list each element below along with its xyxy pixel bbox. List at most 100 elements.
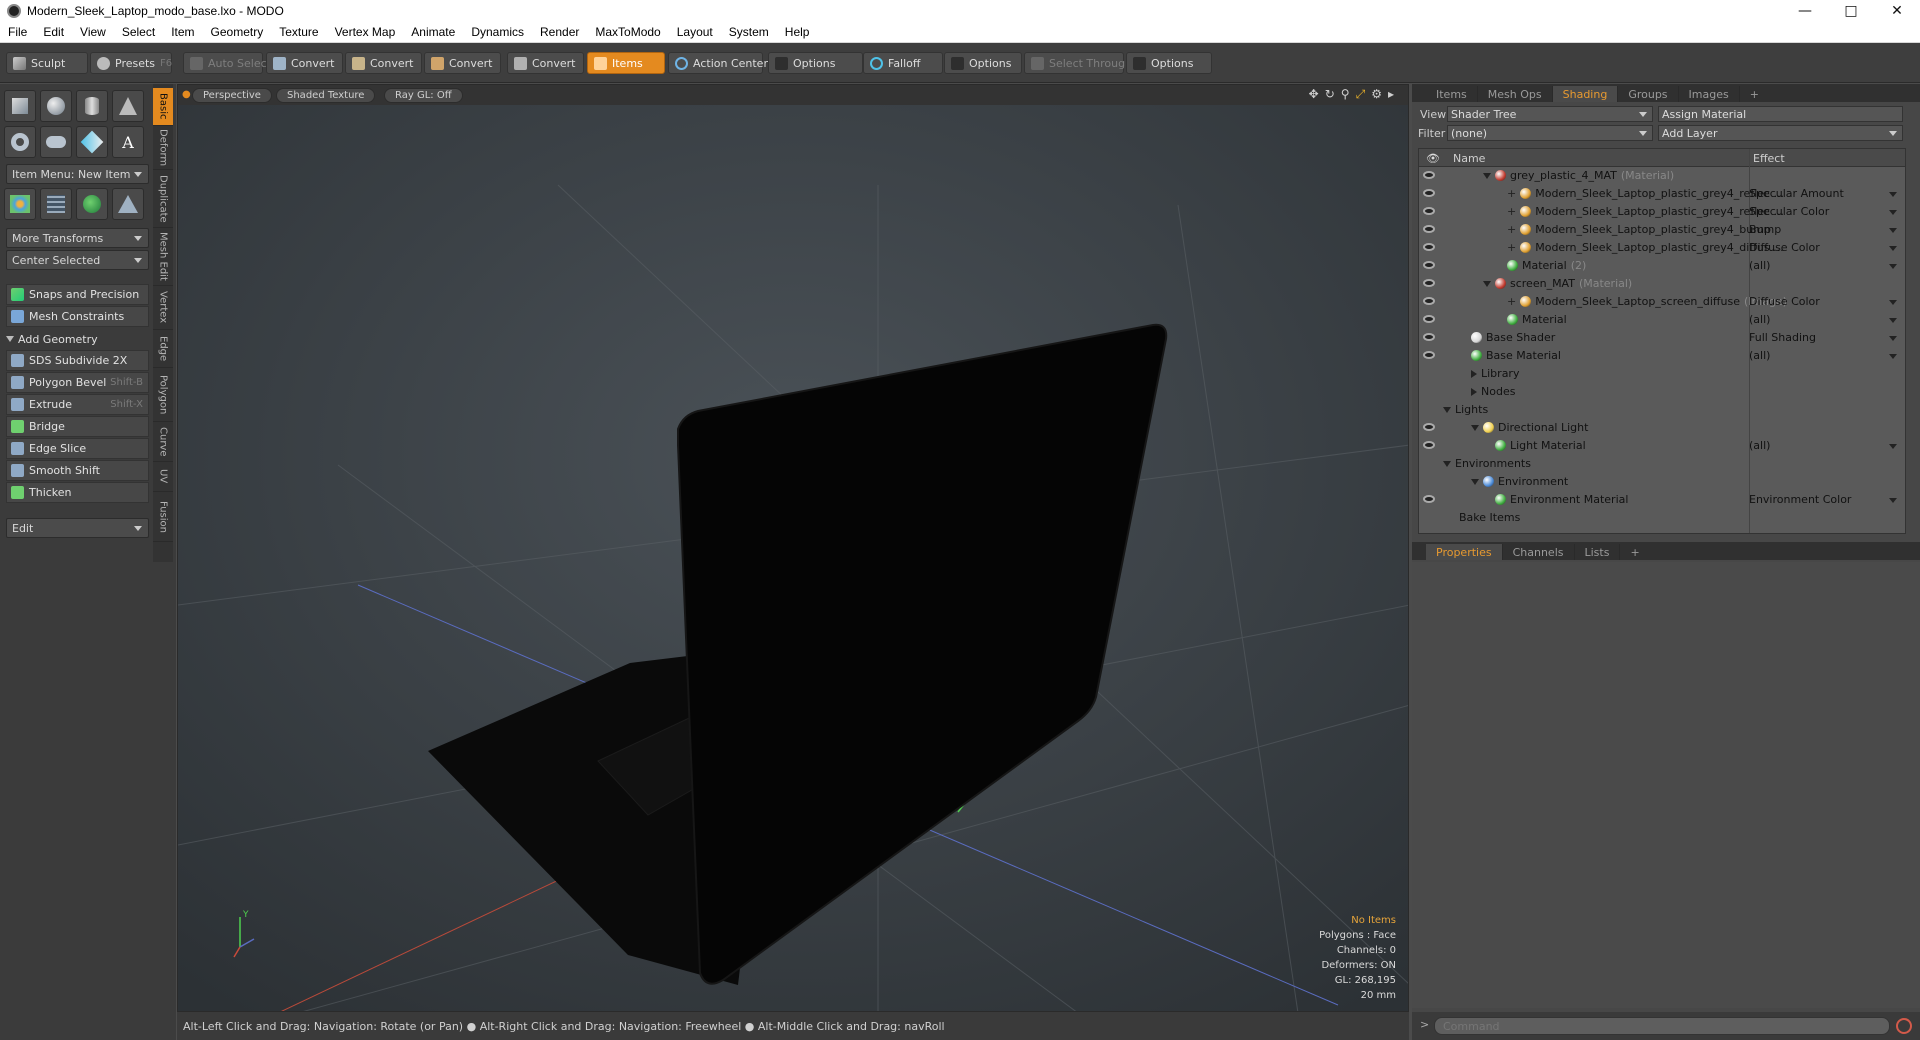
tab-uv[interactable]: UV [153, 462, 173, 492]
collapse-arrow-icon[interactable] [1483, 280, 1491, 287]
shader-tree-row[interactable]: Base Shader Full Shading [1419, 329, 1905, 347]
shader-tree-row[interactable]: Bake Items [1419, 509, 1905, 527]
zoom-view-icon[interactable]: ⚲ [1341, 87, 1350, 102]
visibility-eye-icon[interactable] [1423, 423, 1435, 431]
tab-basic[interactable]: Basic [153, 88, 173, 126]
menu-view[interactable]: View [72, 25, 114, 39]
tab-items[interactable]: Items [1426, 86, 1478, 102]
convert-edges-button[interactable]: Convert [345, 52, 422, 74]
menu-file[interactable]: File [0, 25, 35, 39]
row-effect[interactable]: Bump [1749, 223, 1781, 236]
effect-dropdown-arrow-icon[interactable] [1889, 498, 1897, 503]
visibility-eye-icon[interactable] [1423, 243, 1435, 251]
shader-tree-row[interactable]: + Modern_Sleek_Laptop_plastic_grey4_refle… [1419, 203, 1905, 221]
cylinder-icon[interactable] [76, 90, 108, 122]
edge-slice-button[interactable]: Edge Slice [6, 438, 149, 459]
expand-plus-icon[interactable]: + [1507, 241, 1516, 254]
convert-polygons-button[interactable]: Convert [424, 52, 501, 74]
add-geometry-header[interactable]: Add Geometry [6, 330, 149, 348]
collapse-arrow-icon[interactable] [1443, 406, 1451, 413]
sculpt-button[interactable]: Sculpt [6, 52, 88, 74]
visibility-eye-icon[interactable] [1423, 279, 1435, 287]
bridge-button[interactable]: Bridge [6, 416, 149, 437]
smooth-shift-button[interactable]: Smooth Shift [6, 460, 149, 481]
menu-select[interactable]: Select [114, 25, 163, 39]
shader-tree-row[interactable]: Nodes [1419, 383, 1905, 401]
select-through-button[interactable]: Select Through [1024, 52, 1132, 74]
items-mode-button[interactable]: Items [587, 52, 665, 74]
capsule-icon[interactable] [40, 126, 72, 158]
tab-deform[interactable]: Deform [153, 126, 173, 170]
extrude-button[interactable]: Extrude Shift-X [6, 394, 149, 415]
effect-dropdown-arrow-icon[interactable] [1889, 246, 1897, 251]
shader-tree-row[interactable]: + Modern_Sleek_Laptop_plastic_grey4_bump B… [1419, 221, 1905, 239]
shader-tree-row[interactable]: + Modern_Sleek_Laptop_plastic_grey4_diffu… [1419, 239, 1905, 257]
center-selected-dropdown[interactable]: Center Selected [6, 250, 149, 270]
tab-images[interactable]: Images [1679, 86, 1740, 102]
expand-arrow-icon[interactable]: ▸ [1388, 87, 1394, 102]
viewport-menu-icon[interactable]: ● [182, 89, 191, 100]
menu-vertex-map[interactable]: Vertex Map [327, 25, 404, 39]
rotate-view-icon[interactable]: ↻ [1325, 87, 1335, 102]
visibility-eye-icon[interactable] [1423, 333, 1435, 341]
collapse-arrow-icon[interactable] [1471, 478, 1479, 485]
add-layer-dropdown[interactable]: Add Layer [1658, 125, 1903, 141]
menu-maxtomodo[interactable]: MaxToModo [587, 25, 668, 39]
visibility-eye-icon[interactable] [1423, 297, 1435, 305]
presets-button[interactable]: Presets F6 [90, 52, 172, 74]
expand-arrow-icon[interactable] [1471, 369, 1477, 378]
visibility-eye-icon[interactable] [1423, 225, 1435, 233]
shader-tree-row[interactable]: Lights [1419, 401, 1905, 419]
record-icon[interactable] [1896, 1018, 1912, 1034]
shader-tree-row[interactable]: Environment [1419, 473, 1905, 491]
falloff-options-button[interactable]: Options [944, 52, 1022, 74]
view-dropdown[interactable]: Shader Tree [1447, 106, 1653, 122]
tab-curve[interactable]: Curve [153, 422, 173, 462]
expand-plus-icon[interactable]: + [1507, 223, 1516, 236]
expand-plus-icon[interactable]: + [1507, 187, 1516, 200]
menu-item[interactable]: Item [163, 25, 202, 39]
menu-texture[interactable]: Texture [271, 25, 326, 39]
shader-tree-row[interactable]: Directional Light [1419, 419, 1905, 437]
text-icon[interactable]: A [112, 126, 144, 158]
add-tab-button[interactable]: + [1620, 544, 1649, 560]
visibility-eye-icon[interactable] [1423, 171, 1435, 179]
shader-tree-row[interactable]: Library [1419, 365, 1905, 383]
tab-lists[interactable]: Lists [1575, 544, 1621, 560]
shader-tree-row[interactable]: grey_plastic_4_MAT (Material) [1419, 167, 1905, 185]
tab-groups[interactable]: Groups [1618, 86, 1679, 102]
collapse-arrow-icon[interactable] [1443, 460, 1451, 467]
effect-dropdown-arrow-icon[interactable] [1889, 192, 1897, 197]
perspective-button[interactable]: Perspective [192, 88, 272, 103]
tab-mesh-ops[interactable]: Mesh Ops [1478, 86, 1553, 102]
row-effect[interactable]: (all) [1749, 439, 1770, 452]
tab-shading[interactable]: Shading [1552, 86, 1619, 102]
row-effect[interactable]: Specular Color [1749, 205, 1829, 218]
select-through-options-button[interactable]: Options [1126, 52, 1212, 74]
edit-dropdown[interactable]: Edit [6, 518, 149, 538]
cone-icon[interactable] [112, 90, 144, 122]
assign-material-button[interactable]: Assign Material [1658, 106, 1903, 122]
menu-dynamics[interactable]: Dynamics [463, 25, 532, 39]
action-center-options-button[interactable]: Options [768, 52, 863, 74]
row-effect[interactable]: Environment Color [1749, 493, 1851, 506]
sphere-icon[interactable] [40, 90, 72, 122]
filter-dropdown[interactable]: (none) [1447, 125, 1653, 141]
shader-tree-row[interactable]: screen_MAT (Material) [1419, 275, 1905, 293]
effect-dropdown-arrow-icon[interactable] [1889, 336, 1897, 341]
shader-tree-row[interactable]: Light Material (all) [1419, 437, 1905, 455]
menu-layout[interactable]: Layout [669, 25, 721, 39]
auto-select-button[interactable]: Auto Select [183, 52, 271, 74]
effect-dropdown-arrow-icon[interactable] [1889, 444, 1897, 449]
expand-plus-icon[interactable]: + [1507, 295, 1516, 308]
settings-gear-icon[interactable]: ⚙ [1371, 87, 1382, 102]
transform-icon[interactable] [4, 188, 36, 220]
effect-dropdown-arrow-icon[interactable] [1889, 354, 1897, 359]
action-center-button[interactable]: Action Center [668, 52, 768, 74]
falloff-button[interactable]: Falloff [863, 52, 943, 74]
shading-button[interactable]: Shaded Texture [276, 88, 376, 103]
pyramid-icon[interactable] [112, 188, 144, 220]
shader-tree-row[interactable]: + Modern_Sleek_Laptop_screen_diffuse (Imag… [1419, 293, 1905, 311]
expand-arrow-icon[interactable] [1471, 387, 1477, 396]
row-effect[interactable]: (all) [1749, 259, 1770, 272]
